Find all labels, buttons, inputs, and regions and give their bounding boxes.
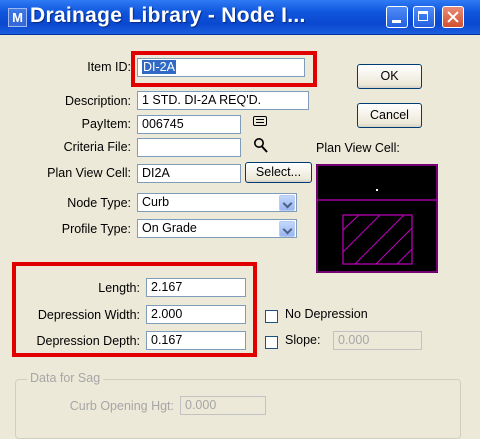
title-bar[interactable]: M Drainage Library - Node I... — [0, 0, 480, 35]
node-type-select[interactable]: Curb — [137, 193, 297, 212]
payitem-field[interactable]: 006745 — [137, 115, 241, 134]
payitem-label: PayItem: — [81, 117, 131, 131]
select-button[interactable]: Select... — [245, 162, 312, 183]
cancel-button[interactable]: Cancel — [357, 103, 422, 128]
window-title: Drainage Library - Node I... — [30, 4, 306, 27]
plan-view-cell-label: Plan View Cell: — [47, 166, 131, 180]
no-depression-label: No Depression — [285, 307, 368, 321]
curb-opening-hgt-field: 0.000 — [180, 396, 266, 415]
description-field[interactable]: 1 STD. DI-2A REQ'D. — [137, 91, 309, 110]
item-id-label: Item ID: — [87, 60, 131, 74]
criteria-file-field[interactable] — [137, 138, 241, 157]
plan-view-cell-preview — [316, 164, 438, 273]
criteria-file-label: Criteria File: — [63, 140, 131, 154]
minimize-button[interactable] — [386, 6, 408, 28]
maximize-button[interactable] — [413, 6, 435, 28]
slope-checkbox[interactable] — [265, 336, 278, 349]
chevron-down-icon[interactable] — [279, 195, 295, 211]
slope-field: 0.000 — [333, 331, 422, 350]
keyboard-icon[interactable] — [253, 116, 267, 126]
depression-highlight — [12, 262, 257, 357]
curb-opening-hgt-label: Curb Opening Hgt: — [69, 399, 174, 413]
ok-button[interactable]: OK — [357, 64, 422, 89]
profile-type-label: Profile Type: — [61, 222, 131, 236]
description-label: Description: — [65, 94, 131, 108]
chevron-down-icon[interactable] — [279, 221, 295, 237]
node-type-label: Node Type: — [67, 196, 131, 210]
search-icon[interactable] — [253, 137, 269, 154]
microstation-icon: M — [8, 8, 27, 27]
item-id-highlight — [131, 51, 317, 87]
plan-view-cell-preview-label: Plan View Cell: — [316, 141, 400, 155]
plan-view-cell-field[interactable]: DI2A — [137, 164, 241, 183]
close-button[interactable] — [442, 6, 464, 28]
no-depression-checkbox[interactable] — [265, 310, 278, 323]
data-for-sag-legend: Data for Sag — [27, 371, 104, 385]
node-type-value: Curb — [142, 195, 170, 209]
cell-drawing — [316, 164, 438, 273]
slope-label: Slope: — [285, 333, 321, 347]
profile-type-value: On Grade — [142, 221, 197, 235]
profile-type-select[interactable]: On Grade — [137, 219, 297, 238]
